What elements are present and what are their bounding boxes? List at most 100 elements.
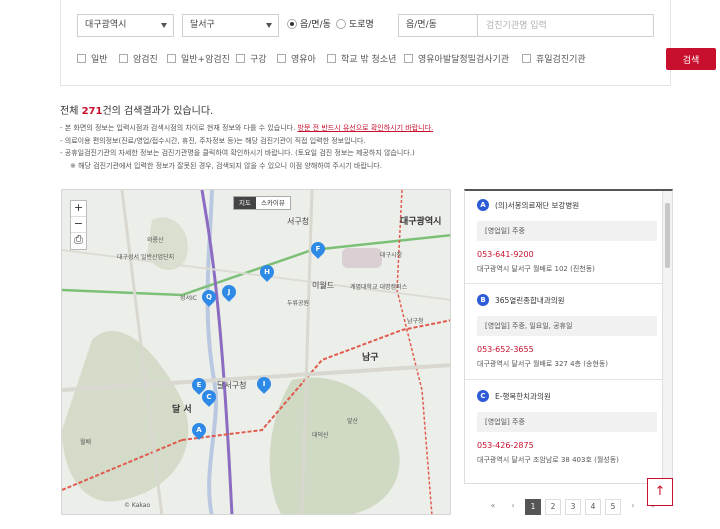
map-pin-label: C bbox=[206, 393, 212, 401]
city-select[interactable]: 대구광역시 bbox=[77, 14, 174, 37]
radio-road-label[interactable]: 도로명 bbox=[349, 17, 374, 30]
map-pin-label: Q bbox=[206, 293, 212, 301]
list-scrollbar[interactable] bbox=[662, 191, 672, 483]
notice-text: - 본 화면의 정보는 입력시점과 검색시점의 차이로 현재 정보와 다를 수 … bbox=[60, 124, 296, 132]
facility-hours: [영업일] 주중 bbox=[477, 221, 657, 241]
map-label-daegu-gov: 대구시청 bbox=[380, 252, 403, 259]
facility-phone: 053-426-2875 bbox=[477, 441, 534, 450]
notice-line-2: - 의료이용 편의정보(진료/영업/접수시간, 휴진, 주차정보 등)는 해당 … bbox=[60, 136, 366, 145]
notice-list: - 본 화면의 정보는 입력시점과 검색시점의 차이로 현재 정보와 다를 수 … bbox=[60, 122, 660, 172]
map-pin-a[interactable]: A bbox=[189, 420, 209, 440]
map-pin-h[interactable]: H bbox=[257, 262, 277, 282]
next-page-button[interactable]: › bbox=[625, 499, 641, 515]
radio-dong-label[interactable]: 읍/면/동 bbox=[300, 17, 331, 30]
scrollbar-thumb[interactable] bbox=[665, 203, 670, 268]
zoom-out-button[interactable]: − bbox=[71, 217, 86, 233]
map-type-normal[interactable]: 지도 bbox=[234, 197, 256, 209]
result-prefix: 전체 bbox=[60, 106, 82, 117]
facility-address: 대구광역시 달서구 월배로 102 (진천동) bbox=[477, 265, 595, 273]
facility-phone: 053-652-3655 bbox=[477, 345, 534, 354]
first-page-button[interactable]: « bbox=[485, 499, 501, 515]
marker-badge: C bbox=[477, 390, 489, 402]
map-label-dalseo: 달 서 bbox=[172, 405, 192, 415]
map-pin-q[interactable]: Q bbox=[199, 287, 219, 307]
facility-name[interactable]: E-행복한치과의원 bbox=[495, 391, 551, 402]
map-label-seongseo-ic: 성서IC bbox=[180, 295, 197, 302]
list-item-head: A (의)서봉의료재단 보강병원 bbox=[477, 199, 657, 215]
chevron-down-icon bbox=[266, 23, 272, 28]
checkbox-general-cancer-label: 일반+암검진 bbox=[181, 55, 230, 65]
print-icon[interactable]: ⎙ bbox=[71, 233, 86, 249]
map-label-keimyung: 계명대학교 대명캠퍼스 bbox=[350, 284, 408, 291]
map-label-duryu: 두류공원 bbox=[287, 300, 310, 307]
pagination: « ‹ 1 2 3 4 5 › » bbox=[485, 499, 661, 515]
map-label-nam-office: 남구청 bbox=[407, 318, 424, 325]
search-button[interactable]: 검색 bbox=[666, 48, 716, 70]
notice-line-1: - 본 화면의 정보는 입력시점과 검색시점의 차이로 현재 정보와 다를 수 … bbox=[60, 122, 660, 135]
page-3[interactable]: 3 bbox=[565, 499, 581, 515]
facility-hours: [영업일] 주중 bbox=[477, 412, 657, 432]
district-select[interactable]: 달서구 bbox=[182, 14, 279, 37]
map-pin-j[interactable]: J bbox=[219, 282, 239, 302]
checkbox-general-label: 일반 bbox=[91, 55, 108, 65]
checkbox-oral-label: 구강 bbox=[250, 55, 267, 65]
checkbox-infant-dev-label: 영유아발달정밀검사기관 bbox=[418, 55, 510, 65]
map-copyright: © Kakao bbox=[124, 502, 151, 509]
radio-dong[interactable] bbox=[287, 19, 297, 29]
map-view[interactable]: + − ⎙ 지도 스카이뷰 대구광역시 서구청 와룡산 대구성서 일반산업단지 … bbox=[61, 189, 451, 515]
map-type-skyview[interactable]: 스카이뷰 bbox=[256, 197, 290, 209]
city-select-value: 대구광역시 bbox=[85, 20, 127, 30]
result-count: 전체 271건의 검색결과가 있습니다. bbox=[60, 102, 213, 117]
map-background bbox=[62, 190, 450, 514]
map-label-daedeok: 대덕산 bbox=[312, 432, 329, 439]
page-1[interactable]: 1 bbox=[525, 499, 541, 515]
facility-list: A (의)서봉의료재단 보강병원 [영업일] 주중 053-641-9200 대… bbox=[464, 189, 673, 484]
list-item[interactable]: B 365열린종합내과의원 [영업일] 주중, 일요일, 공휴일 053-652… bbox=[477, 294, 657, 369]
checkbox-holiday-label: 휴일검진기관 bbox=[536, 55, 586, 65]
map-label-nam: 남구 bbox=[362, 353, 379, 363]
checkbox-oral[interactable] bbox=[236, 54, 245, 63]
map-label-daegu: 대구광역시 bbox=[400, 217, 442, 227]
checkbox-youth-label: 학교 밖 청소년 bbox=[341, 55, 397, 65]
notice-warning: 방문 전 반드시 유선으로 확인하시기 바랍니다. bbox=[297, 124, 434, 132]
result-count-number: 271 bbox=[81, 106, 103, 117]
keyword-input[interactable] bbox=[477, 14, 654, 37]
list-item[interactable]: C E-행복한치과의원 [영업일] 주중 053-426-2875 대구광역시 … bbox=[477, 390, 657, 465]
list-item[interactable]: A (의)서봉의료재단 보강병원 [영업일] 주중 053-641-9200 대… bbox=[477, 199, 657, 274]
map-pin-label: I bbox=[262, 380, 266, 388]
zoom-control: + − ⎙ bbox=[70, 200, 87, 250]
facility-address: 대구광역시 달서구 조암남로 38 403호 (월성동) bbox=[477, 456, 619, 464]
facility-name[interactable]: (의)서봉의료재단 보강병원 bbox=[495, 200, 579, 211]
prev-page-button[interactable]: ‹ bbox=[505, 499, 521, 515]
page-4[interactable]: 4 bbox=[585, 499, 601, 515]
page-2[interactable]: 2 bbox=[545, 499, 561, 515]
divider bbox=[465, 379, 665, 380]
facility-hours: [영업일] 주중, 일요일, 공휴일 bbox=[477, 316, 657, 336]
checkbox-general[interactable] bbox=[77, 54, 86, 63]
chevron-down-icon bbox=[161, 23, 167, 28]
map-label-apsan: 앞산 bbox=[347, 418, 359, 425]
map-pin-f[interactable]: F bbox=[308, 239, 328, 259]
checkbox-cancer-label: 암검진 bbox=[133, 55, 158, 65]
notice-line-3: - 공휴일검진기관의 자세한 정보는 검진기관명을 클릭하여 확인하시기 바랍니… bbox=[60, 149, 415, 157]
map-pin-label: H bbox=[264, 268, 270, 276]
facility-name[interactable]: 365열린종합내과의원 bbox=[495, 295, 565, 306]
checkbox-general-cancer[interactable] bbox=[167, 54, 176, 63]
checkbox-cancer[interactable] bbox=[119, 54, 128, 63]
scroll-top-button[interactable]: ↑ bbox=[647, 478, 673, 506]
checkbox-infant[interactable] bbox=[277, 54, 286, 63]
marker-badge: B bbox=[477, 294, 489, 306]
map-label-wolbae: 월배 bbox=[80, 439, 92, 446]
map-label-seogu: 서구청 bbox=[287, 217, 310, 226]
checkbox-infant-dev[interactable] bbox=[404, 54, 413, 63]
map-pin-label: A bbox=[196, 426, 202, 434]
radio-road[interactable] bbox=[336, 19, 346, 29]
map-pin-label: F bbox=[315, 245, 321, 253]
checkbox-holiday[interactable] bbox=[522, 54, 531, 63]
map-pin-c[interactable]: C bbox=[199, 387, 219, 407]
list-item-head: C E-행복한치과의원 bbox=[477, 390, 657, 406]
page-5[interactable]: 5 bbox=[605, 499, 621, 515]
map-pin-i[interactable]: I bbox=[254, 374, 274, 394]
zoom-in-button[interactable]: + bbox=[71, 201, 86, 217]
checkbox-youth[interactable] bbox=[327, 54, 336, 63]
